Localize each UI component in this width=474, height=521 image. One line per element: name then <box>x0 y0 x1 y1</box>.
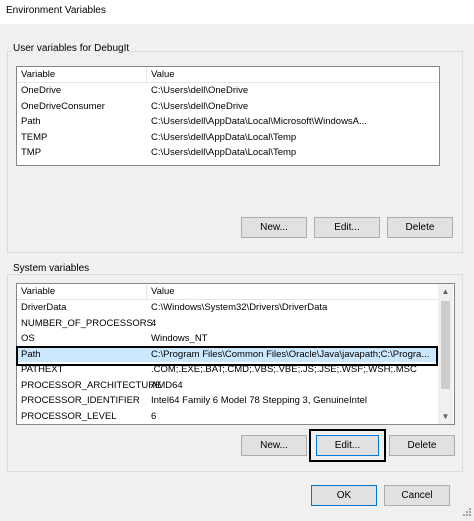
variable-name-cell: PROCESSOR_IDENTIFIER <box>21 395 140 406</box>
table-row[interactable]: OneDriveConsumer C:\Users\dell\OneDrive <box>17 99 439 114</box>
scrollbar-thumb[interactable] <box>441 301 450 389</box>
system-variables-label: System variables <box>12 263 91 274</box>
user-column-variable[interactable]: Variable <box>21 69 55 80</box>
variable-value-cell: C:\Users\dell\AppData\Local\Temp <box>151 131 297 143</box>
system-column-divider[interactable] <box>146 284 147 299</box>
table-row[interactable]: PATHEXT .COM;.EXE;.BAT;.CMD;.VBS;.VBE;.JS… <box>17 362 438 377</box>
system-variables-list[interactable]: Variable Value DriverData C:\Windows\Syst… <box>16 283 455 425</box>
title-bar: Environment Variables <box>0 0 474 24</box>
variable-value-cell: C:\Program Files\Common Files\Oracle\Jav… <box>151 348 430 360</box>
variable-name-cell: PROCESSOR_LEVEL <box>21 410 117 422</box>
table-row[interactable]: PROCESSOR_ARCHITECTURE AMD64 <box>17 378 438 393</box>
variable-name-cell: DriverData <box>21 302 67 313</box>
table-row[interactable]: DriverData C:\Windows\System32\Drivers\Dr… <box>17 300 438 315</box>
table-row[interactable]: TEMP C:\Users\dell\AppData\Local\Temp <box>17 130 439 145</box>
variable-name-cell: PROCESSOR_ARCHITECTURE <box>21 379 162 391</box>
window-title: Environment Variables <box>6 5 106 16</box>
variable-name-cell: TMP <box>21 147 42 158</box>
variable-value-cell: C:\Users\dell\AppData\Local\Microsoft\Wi… <box>151 116 367 127</box>
variable-value-cell: Intel64 Family 6 Model 78 Stepping 3, Ge… <box>151 395 367 406</box>
resize-grip-icon[interactable] <box>460 507 472 519</box>
user-new-button[interactable]: New... <box>241 217 307 238</box>
variable-value-cell: AMD64 <box>151 379 183 391</box>
variable-name-cell: Path <box>21 348 41 360</box>
variable-name-cell: OS <box>21 333 35 344</box>
scroll-down-icon[interactable]: ▼ <box>438 409 453 424</box>
system-delete-button[interactable]: Delete <box>389 435 455 456</box>
scroll-up-icon[interactable]: ▲ <box>438 284 453 299</box>
user-variables-list[interactable]: Variable Value OneDrive C:\Users\dell\One… <box>16 66 440 166</box>
system-list-scrollbar[interactable]: ▲ ▼ <box>438 284 453 424</box>
table-row[interactable]: PROCESSOR_LEVEL 6 <box>17 409 438 424</box>
user-list-header: Variable Value <box>17 67 439 83</box>
table-row[interactable]: PROCESSOR_IDENTIFIER Intel64 Family 6 Mod… <box>17 393 438 408</box>
system-list-header: Variable Value <box>17 284 454 300</box>
table-row[interactable]: OS Windows_NT <box>17 331 438 346</box>
system-edit-button[interactable]: Edit... <box>316 435 379 456</box>
variable-value-cell: 4 <box>151 317 157 329</box>
system-column-variable[interactable]: Variable <box>21 286 55 297</box>
variable-name-cell: Path <box>21 116 41 127</box>
user-edit-button[interactable]: Edit... <box>314 217 380 238</box>
variable-value-cell: C:\Users\dell\OneDrive <box>151 100 249 112</box>
user-column-value[interactable]: Value <box>151 69 175 80</box>
variable-value-cell: C:\Users\dell\OneDrive <box>151 85 249 96</box>
ok-button[interactable]: OK <box>311 485 377 506</box>
table-row[interactable]: OneDrive C:\Users\dell\OneDrive <box>17 83 439 98</box>
variable-value-cell: Windows_NT <box>151 333 208 344</box>
table-row[interactable]: TMP C:\Users\dell\AppData\Local\Temp <box>17 145 439 160</box>
system-new-button[interactable]: New... <box>241 435 307 456</box>
cancel-button[interactable]: Cancel <box>384 485 450 506</box>
variable-name-cell: OneDrive <box>21 85 62 96</box>
variable-name-cell: NUMBER_OF_PROCESSORS <box>21 317 153 329</box>
variable-value-cell: .COM;.EXE;.BAT;.CMD;.VBS;.VBE;.JS;.JSE;.… <box>151 364 417 375</box>
user-column-divider[interactable] <box>146 67 147 82</box>
variable-value-cell: C:\Windows\System32\Drivers\DriverData <box>151 302 328 313</box>
user-variables-label: User variables for DebugIt <box>12 43 131 54</box>
user-delete-button[interactable]: Delete <box>387 217 453 238</box>
table-row[interactable]: NUMBER_OF_PROCESSORS 4 <box>17 316 438 331</box>
system-column-value[interactable]: Value <box>151 286 175 297</box>
table-row[interactable]: Path C:\Program Files\Common Files\Oracle… <box>17 346 438 362</box>
variable-name-cell: OneDriveConsumer <box>21 100 105 112</box>
variable-name-cell: TEMP <box>21 131 48 143</box>
variable-value-cell: 6 <box>151 410 157 422</box>
table-row[interactable]: Path C:\Users\dell\AppData\Local\Microsof… <box>17 114 439 129</box>
variable-name-cell: PATHEXT <box>21 364 64 375</box>
variable-value-cell: C:\Users\dell\AppData\Local\Temp <box>151 147 297 158</box>
